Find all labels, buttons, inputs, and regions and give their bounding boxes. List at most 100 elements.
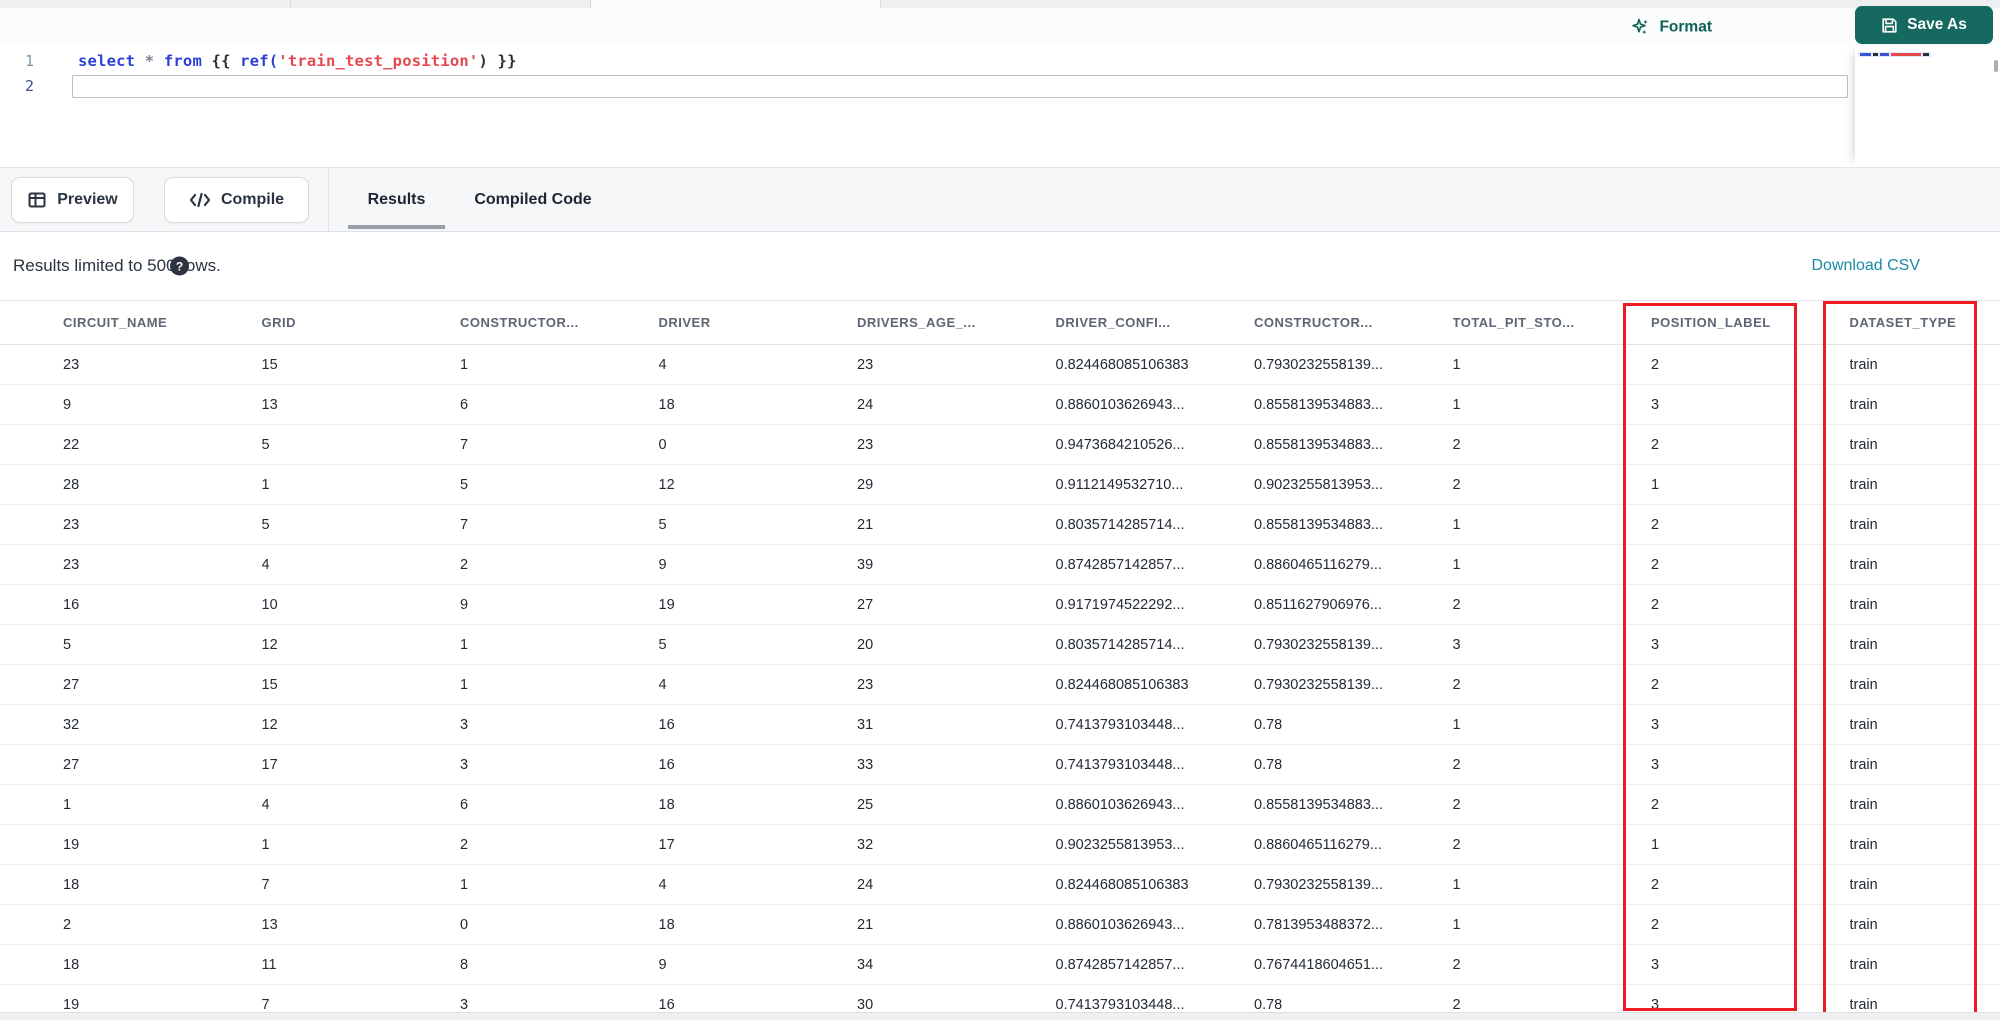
table-cell: 1: [1452, 876, 1461, 893]
active-tab-indicator: [348, 225, 445, 229]
table-row: 32 12 3 16 31 0.7413793103448... 0.78 1 3 train: [0, 705, 2000, 745]
compile-label: Compile: [220, 191, 285, 208]
table-cell: 2: [460, 836, 469, 853]
table-cell: 23: [857, 676, 874, 693]
table-row: 22 5 7 0 23 0.9473684210526... 0.8558139534883…: [0, 425, 2000, 465]
table-cell: 0.8558139534883...: [1254, 796, 1384, 813]
section-divider: [328, 168, 329, 231]
save-icon: [1881, 17, 1898, 34]
table-cell: 0.8742857142857...: [1055, 956, 1185, 973]
results-table: CIRCUIT_NAME GRID CONSTRUCTOR... DRIVER DRIV…: [0, 300, 2000, 1020]
table-cell: 4: [261, 796, 270, 813]
table-cell: 23: [63, 556, 80, 573]
table-cell: 0.824468085106383: [1055, 876, 1189, 893]
header-cell[interactable]: TOTAL_PIT_STO...: [1453, 301, 1652, 344]
table-cell: 20: [857, 636, 874, 653]
table-cell: 2: [1452, 756, 1461, 773]
table-cell: 9: [460, 596, 469, 613]
table-cell: 4: [261, 556, 270, 573]
line-number: 2: [24, 77, 34, 95]
table-cell: 1: [1452, 916, 1461, 933]
table-cell: 12: [658, 476, 675, 493]
table-cell: train: [1849, 836, 1878, 853]
table-cell: 23: [857, 356, 874, 373]
table-cell: 3: [1651, 636, 1660, 653]
tab-results[interactable]: Results: [348, 168, 445, 231]
download-csv-link[interactable]: Download CSV: [1812, 257, 1921, 275]
table-cell: 0: [460, 916, 469, 933]
header-cell[interactable]: DRIVERS_AGE_...: [857, 301, 1056, 344]
table-cell: 13: [261, 396, 278, 413]
table-cell: 0.8860465116279...: [1254, 556, 1382, 573]
table-cell: 0.9171974522292...: [1055, 596, 1185, 613]
code-token: from: [163, 52, 202, 70]
preview-button[interactable]: Preview: [11, 177, 134, 223]
table-cell: 4: [658, 356, 667, 373]
table-cell: train: [1849, 436, 1878, 453]
table-cell: 1: [261, 836, 270, 853]
table-cell: 10: [261, 596, 278, 613]
code-icon: [189, 191, 211, 209]
active-file-tab[interactable]: [590, 0, 880, 8]
save-as-button[interactable]: Save As: [1855, 6, 1993, 44]
code-token: {{: [211, 52, 241, 70]
header-cell[interactable]: GRID: [262, 301, 461, 344]
table-cell: 0.8558139534883...: [1254, 516, 1384, 533]
header-cell[interactable]: DATASET_TYPE: [1850, 301, 2000, 344]
header-cell[interactable]: CONSTRUCTOR...: [460, 301, 659, 344]
minimap-code-line: [1858, 52, 1931, 57]
help-icon[interactable]: ?: [170, 256, 189, 276]
table-row: 2 13 0 18 21 0.8860103626943... 0.781395348837…: [0, 905, 2000, 945]
table-row: 23 5 7 5 21 0.8035714285714... 0.8558139534883…: [0, 505, 2000, 545]
table-cell: 0.8035714285714...: [1055, 636, 1185, 653]
preview-label: Preview: [57, 191, 118, 208]
table-cell: 0.7813953488372...: [1254, 916, 1384, 933]
line-number-gutter: 1 2: [0, 46, 44, 167]
code-editor[interactable]: 1 2 select * from {{ ref('train_test_pos…: [0, 46, 2000, 167]
table-cell: 3: [460, 756, 469, 773]
dbt-ide-results-panel: Format Save As 1 2 select * from {{ ref(…: [0, 0, 2000, 1020]
minimap[interactable]: [1855, 46, 1991, 167]
code-token: select: [78, 52, 136, 70]
tab-compiled-code[interactable]: Compiled Code: [468, 168, 598, 231]
table-cell: train: [1849, 716, 1878, 733]
table-cell: 33: [857, 756, 874, 773]
table-cell: 24: [857, 876, 874, 893]
table-row: 28 1 5 12 29 0.9112149532710... 0.902325581395…: [0, 465, 2000, 505]
table-row: 1 4 6 18 25 0.8860103626943... 0.8558139534883…: [0, 785, 2000, 825]
table-row: 27 15 1 4 23 0.824468085106383 0.7930232558139…: [0, 665, 2000, 705]
table-cell: 0.8511627906976...: [1254, 596, 1382, 613]
file-tab-strip[interactable]: [0, 0, 2000, 8]
table-cell: 28: [63, 476, 80, 493]
horizontal-scrollbar[interactable]: [0, 1012, 2000, 1020]
table-cell: 2: [1651, 876, 1660, 893]
code-token: ref: [240, 52, 269, 70]
table-cell: 1: [460, 356, 469, 373]
table-cell: 0.8860465116279...: [1254, 836, 1382, 853]
table-cell: 0.78: [1254, 716, 1283, 733]
table-cell: 1: [460, 636, 469, 653]
table-cell: train: [1849, 356, 1878, 373]
table-cell: 0.8860103626943...: [1055, 396, 1185, 413]
format-button[interactable]: Format: [1631, 18, 1712, 37]
editor-scrollbar-thumb[interactable]: [1994, 60, 1998, 72]
header-cell[interactable]: CIRCUIT_NAME: [63, 301, 262, 344]
header-cell[interactable]: DRIVER_CONFI...: [1056, 301, 1255, 344]
table-cell: 2: [1452, 956, 1461, 973]
table-row: 23 4 2 9 39 0.8742857142857... 0.8860465116279…: [0, 545, 2000, 585]
table-cell: 0.7413793103448...: [1055, 756, 1185, 773]
table-cell: 2: [1452, 796, 1461, 813]
table-cell: 21: [857, 916, 874, 933]
table-cell: 9: [658, 556, 667, 573]
table-cell: train: [1849, 796, 1878, 813]
header-cell[interactable]: DRIVER: [659, 301, 858, 344]
compile-button[interactable]: Compile: [164, 177, 309, 223]
header-cell[interactable]: POSITION_LABEL: [1651, 301, 1850, 344]
table-cell: 2: [1651, 556, 1660, 573]
table-cell: 13: [261, 916, 278, 933]
header-cell[interactable]: CONSTRUCTOR...: [1254, 301, 1453, 344]
table-cell: 2: [1651, 796, 1660, 813]
tab-label: Results: [367, 190, 426, 208]
table-cell: 0.8558139534883...: [1254, 436, 1384, 453]
